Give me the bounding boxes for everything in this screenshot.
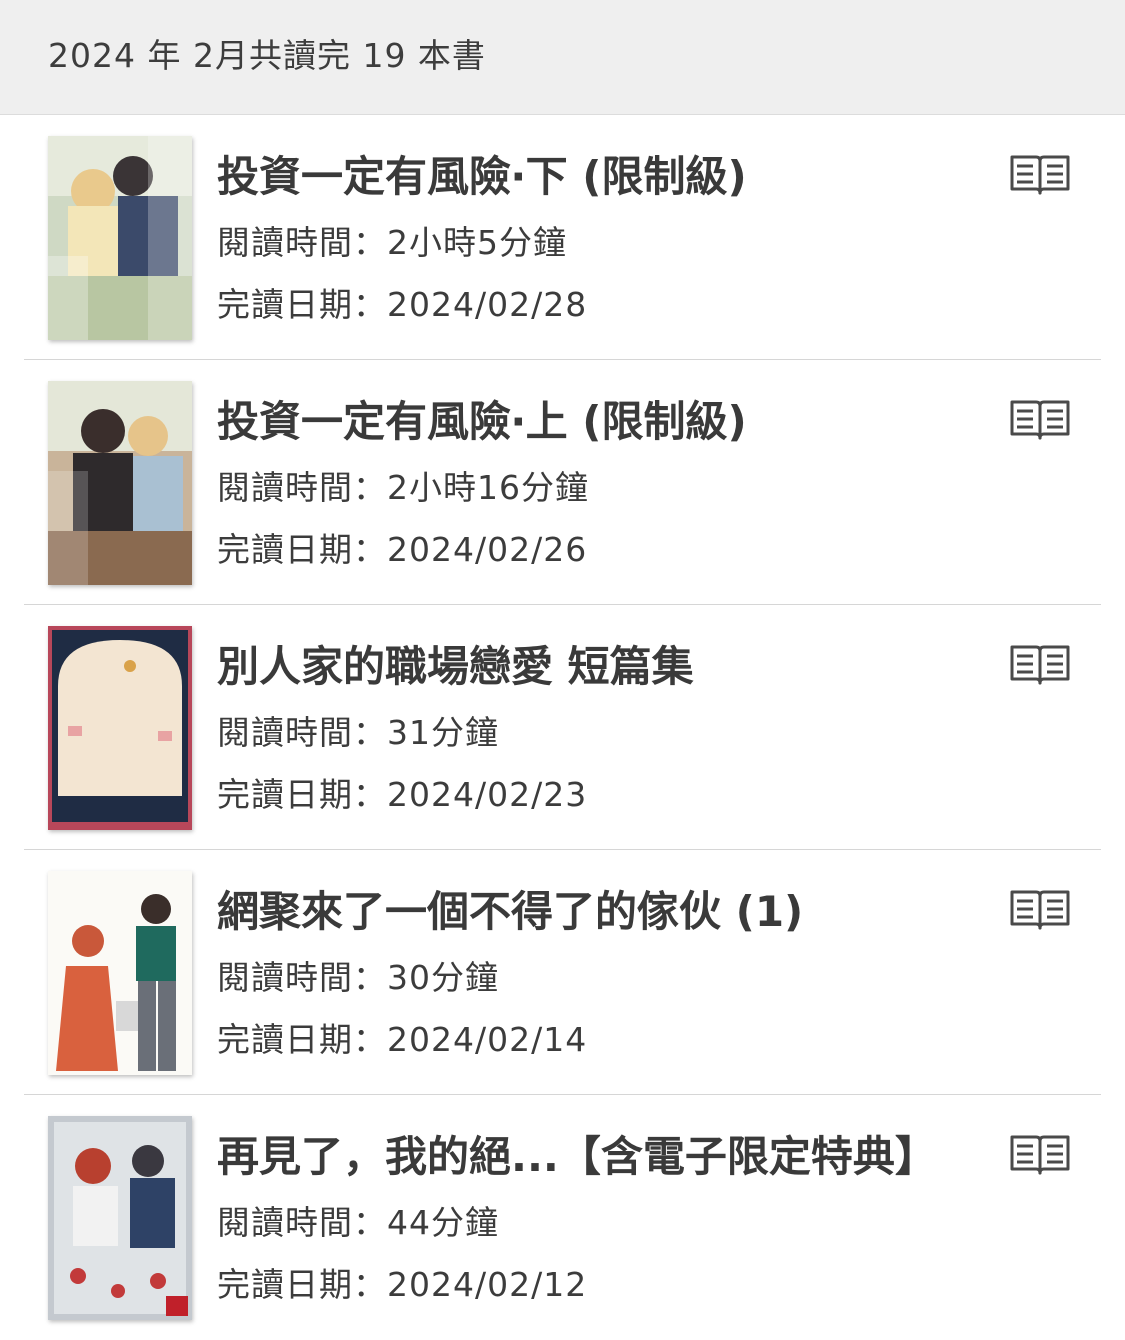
finish-date: 完讀日期：2024/02/14 <box>217 1019 587 1061</box>
book-cover-image[interactable] <box>48 136 192 340</box>
finish-date-label: 完讀日期： <box>217 1265 387 1304</box>
reading-time-value: 44分鐘 <box>387 1203 499 1242</box>
book-row[interactable]: 別人家的職場戀愛 短篇集 閱讀時間：31分鐘 完讀日期：2024/02/23 <box>0 605 1125 850</box>
finish-date-label: 完讀日期： <box>217 775 387 814</box>
reading-time-value: 31分鐘 <box>387 713 499 752</box>
monthly-summary-text: 2024 年 2月共讀完 19 本書 <box>48 36 486 75</box>
open-book-icon[interactable] <box>1008 398 1072 442</box>
reading-time-label: 閱讀時間： <box>217 468 387 507</box>
book-title[interactable]: 網聚來了一個不得了的傢伙 (1) <box>217 886 987 938</box>
finish-date: 完讀日期：2024/02/23 <box>217 774 587 816</box>
finish-date-value: 2024/02/23 <box>387 775 588 814</box>
reading-time: 閱讀時間：2小時16分鐘 <box>217 467 589 509</box>
finish-date: 完讀日期：2024/02/26 <box>217 529 587 571</box>
reading-time-label: 閱讀時間： <box>217 1203 387 1242</box>
reading-time-label: 閱讀時間： <box>217 713 387 752</box>
reading-time: 閱讀時間：31分鐘 <box>217 712 499 754</box>
open-book-icon[interactable] <box>1008 153 1072 197</box>
reading-time: 閱讀時間：44分鐘 <box>217 1202 499 1244</box>
book-cover-image[interactable] <box>48 381 192 585</box>
book-title[interactable]: 投資一定有風險‧上 (限制級) <box>217 396 987 448</box>
reading-time-value: 2小時5分鐘 <box>387 223 567 262</box>
book-row[interactable]: 投資一定有風險‧下 (限制級) 閱讀時間：2小時5分鐘 完讀日期：2024/02… <box>0 115 1125 360</box>
finish-date-value: 2024/02/26 <box>387 530 588 569</box>
reading-time: 閱讀時間：30分鐘 <box>217 957 499 999</box>
book-cover-image[interactable] <box>48 1116 192 1320</box>
book-title[interactable]: 再見了，我的絕...【含電子限定特典】 <box>217 1131 987 1183</box>
book-row[interactable]: 網聚來了一個不得了的傢伙 (1) 閱讀時間：30分鐘 完讀日期：2024/02/… <box>0 850 1125 1095</box>
book-row[interactable]: 投資一定有風險‧上 (限制級) 閱讀時間：2小時16分鐘 完讀日期：2024/0… <box>0 360 1125 605</box>
book-title[interactable]: 別人家的職場戀愛 短篇集 <box>217 641 987 693</box>
finish-date-value: 2024/02/12 <box>387 1265 588 1304</box>
finish-date-value: 2024/02/14 <box>387 1020 588 1059</box>
finish-date-value: 2024/02/28 <box>387 285 588 324</box>
reading-time-label: 閱讀時間： <box>217 958 387 997</box>
book-title[interactable]: 投資一定有風險‧下 (限制級) <box>217 151 987 203</box>
open-book-icon[interactable] <box>1008 888 1072 932</box>
open-book-icon[interactable] <box>1008 643 1072 687</box>
summary-header: 2024 年 2月共讀完 19 本書 <box>0 0 1125 115</box>
finish-date-label: 完讀日期： <box>217 1020 387 1059</box>
open-book-icon[interactable] <box>1008 1133 1072 1177</box>
reading-time-label: 閱讀時間： <box>217 223 387 262</box>
book-cover-image[interactable] <box>48 626 192 830</box>
book-row[interactable]: 再見了，我的絕...【含電子限定特典】 閱讀時間：44分鐘 完讀日期：2024/… <box>0 1095 1125 1340</box>
reading-time-value: 2小時16分鐘 <box>387 468 589 507</box>
finish-date-label: 完讀日期： <box>217 285 387 324</box>
book-cover-image[interactable] <box>48 871 192 1075</box>
reading-time-value: 30分鐘 <box>387 958 499 997</box>
reading-time: 閱讀時間：2小時5分鐘 <box>217 222 567 264</box>
finish-date-label: 完讀日期： <box>217 530 387 569</box>
finish-date: 完讀日期：2024/02/12 <box>217 1264 587 1306</box>
finish-date: 完讀日期：2024/02/28 <box>217 284 587 326</box>
